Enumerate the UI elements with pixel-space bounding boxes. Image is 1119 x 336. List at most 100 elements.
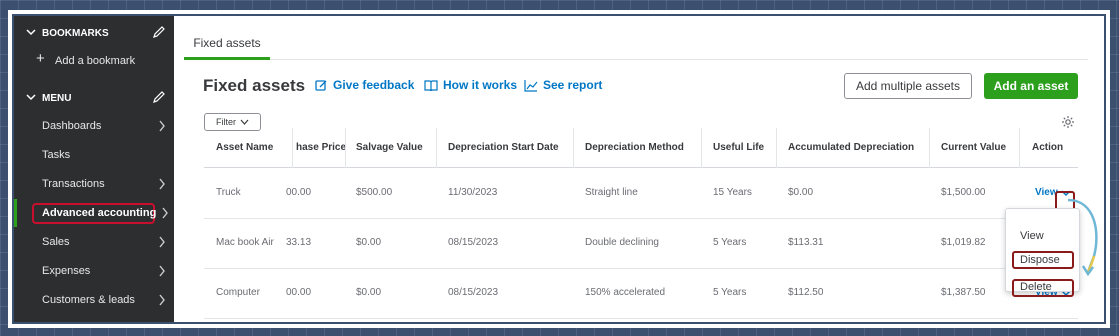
column-divider <box>1019 128 1020 168</box>
cell-current-value: $1,387.50 <box>941 287 986 298</box>
cell-useful-life: 15 Years <box>713 187 752 198</box>
menu-label: MENU <box>42 92 72 104</box>
chevron-right-icon <box>159 236 165 248</box>
sidebar-item-expenses[interactable]: Expenses <box>14 257 174 285</box>
sidebar-item-customers-leads[interactable]: Customers & leads <box>14 286 174 314</box>
cell-purchase-price: 00.00 <box>286 187 312 198</box>
cell-current-value: $1,019.82 <box>941 237 986 248</box>
header-salvage-value[interactable]: Salvage Value <box>356 128 440 168</box>
sidebar-item-label: Dashboards <box>42 120 102 132</box>
sidebar: BOOKMARKS + Add a bookmark MENU Dashboar… <box>14 16 174 322</box>
feedback-icon <box>315 79 327 91</box>
give-feedback-label: Give feedback <box>333 78 415 92</box>
give-feedback-link[interactable]: Give feedback <box>315 78 414 92</box>
column-divider <box>292 128 293 168</box>
header-current-value[interactable]: Current Value <box>941 128 1021 168</box>
column-divider <box>776 128 777 168</box>
add-multiple-assets-button[interactable]: Add multiple assets <box>844 73 972 99</box>
chevron-right-icon <box>159 120 165 132</box>
chevron-right-icon <box>159 294 165 306</box>
cell-accumulated: $112.50 <box>788 287 824 298</box>
see-report-label: See report <box>543 78 603 92</box>
cell-useful-life: 5 Years <box>713 287 747 298</box>
sidebar-item-dashboards[interactable]: Dashboards <box>14 112 174 140</box>
tab-bar: Fixed assets <box>184 28 1088 60</box>
how-it-works-link[interactable]: How it works <box>424 78 517 92</box>
cell-salvage-value: $0.00 <box>356 287 382 298</box>
chevron-right-icon <box>159 178 165 190</box>
sidebar-item-sales[interactable]: Sales <box>14 228 174 256</box>
cell-asset-name: Mac book Air <box>216 237 274 248</box>
chart-icon <box>524 79 538 92</box>
sidebar-item-label: Tasks <box>42 149 71 161</box>
cell-current-value: $1,500.00 <box>941 187 986 198</box>
add-bookmark-button[interactable]: + Add a bookmark <box>14 50 174 72</box>
how-it-works-label: How it works <box>443 78 518 92</box>
bookmarks-header[interactable]: BOOKMARKS <box>14 23 174 43</box>
header-asset-name[interactable]: Asset Name <box>216 128 288 168</box>
chevron-right-icon <box>159 265 165 277</box>
header-useful-life[interactable]: Useful Life <box>713 128 777 168</box>
cell-purchase-price: 00.00 <box>286 287 312 298</box>
header-purchase-price[interactable]: hase Price <box>296 128 350 168</box>
gear-icon[interactable] <box>1061 115 1075 129</box>
menu-item-dispose[interactable]: Dispose <box>1020 254 1060 266</box>
chevron-down-icon <box>26 29 36 36</box>
cell-asset-name: Truck <box>216 187 241 198</box>
header-depreciation-start-date[interactable]: Depreciation Start Date <box>448 128 578 168</box>
bookmarks-label: BOOKMARKS <box>42 27 109 39</box>
cell-salvage-value: $500.00 <box>356 187 393 198</box>
page-title: Fixed assets <box>203 76 306 95</box>
pencil-icon[interactable] <box>152 90 166 104</box>
chevron-right-icon <box>162 207 168 219</box>
cell-method: Straight line <box>585 187 638 198</box>
chevron-down-icon <box>26 94 36 101</box>
action-dropdown-menu: View Dispose Delete <box>1005 208 1080 297</box>
column-divider <box>573 128 574 168</box>
header-action: Action <box>1032 142 1064 153</box>
add-asset-button[interactable]: Add an asset <box>984 73 1078 99</box>
menu-header[interactable]: MENU <box>14 88 174 108</box>
sidebar-item-label: Transactions <box>42 178 105 190</box>
table-row: Truck 00.00 $500.00 11/30/2023 Straight … <box>204 169 1078 219</box>
main-content: Fixed assets Fixed assets Give feedback … <box>174 16 1104 322</box>
table-header: Asset Name hase Price Salvage Value Depr… <box>204 128 1078 168</box>
header-accumulated-depreciation[interactable]: Accumulated Depreciation <box>788 128 928 168</box>
cell-accumulated: $113.31 <box>788 237 824 248</box>
cell-accumulated: $0.00 <box>788 187 814 198</box>
header-depreciation-method[interactable]: Depreciation Method <box>585 128 705 168</box>
book-icon <box>424 80 438 91</box>
cell-start-date: 08/15/2023 <box>448 287 499 298</box>
sidebar-item-transactions[interactable]: Transactions <box>14 170 174 198</box>
chevron-down-icon <box>240 119 249 125</box>
column-divider <box>436 128 437 168</box>
see-report-link[interactable]: See report <box>524 78 602 92</box>
column-divider <box>701 128 702 168</box>
screenshot-frame: BOOKMARKS + Add a bookmark MENU Dashboar… <box>8 10 1110 328</box>
sidebar-item-label: Sales <box>42 236 70 248</box>
cell-asset-name: Computer <box>216 287 260 298</box>
table-row: Mac book Air 33.13 $0.00 08/15/2023 Doub… <box>204 219 1078 269</box>
cell-useful-life: 5 Years <box>713 237 747 248</box>
cell-salvage-value: $0.00 <box>356 237 382 248</box>
pencil-icon[interactable] <box>152 25 166 39</box>
sidebar-item-label: Expenses <box>42 265 91 277</box>
cell-start-date: 11/30/2023 <box>448 187 498 198</box>
sidebar-item-advanced-accounting[interactable]: Advanced accounting <box>14 199 174 227</box>
sidebar-item-label: Customers & leads <box>42 294 135 306</box>
sidebar-item-tasks[interactable]: Tasks <box>14 141 174 169</box>
tab-fixed-assets[interactable]: Fixed assets <box>184 34 270 60</box>
menu-item-delete[interactable]: Delete <box>1020 281 1052 293</box>
cell-start-date: 08/15/2023 <box>448 237 499 248</box>
add-bookmark-label: Add a bookmark <box>55 55 136 67</box>
cell-purchase-price: 33.13 <box>286 237 312 248</box>
app-window: BOOKMARKS + Add a bookmark MENU Dashboar… <box>12 14 1106 324</box>
column-divider <box>345 128 346 168</box>
sidebar-item-label: Advanced accounting <box>42 207 157 219</box>
cell-method: Double declining <box>585 237 659 248</box>
plus-icon: + <box>36 50 45 67</box>
column-divider <box>929 128 930 168</box>
cell-method: 150% accelerated <box>585 287 666 298</box>
menu-item-view[interactable]: View <box>1020 230 1044 242</box>
table-row: Computer 00.00 $0.00 08/15/2023 150% acc… <box>204 269 1078 319</box>
